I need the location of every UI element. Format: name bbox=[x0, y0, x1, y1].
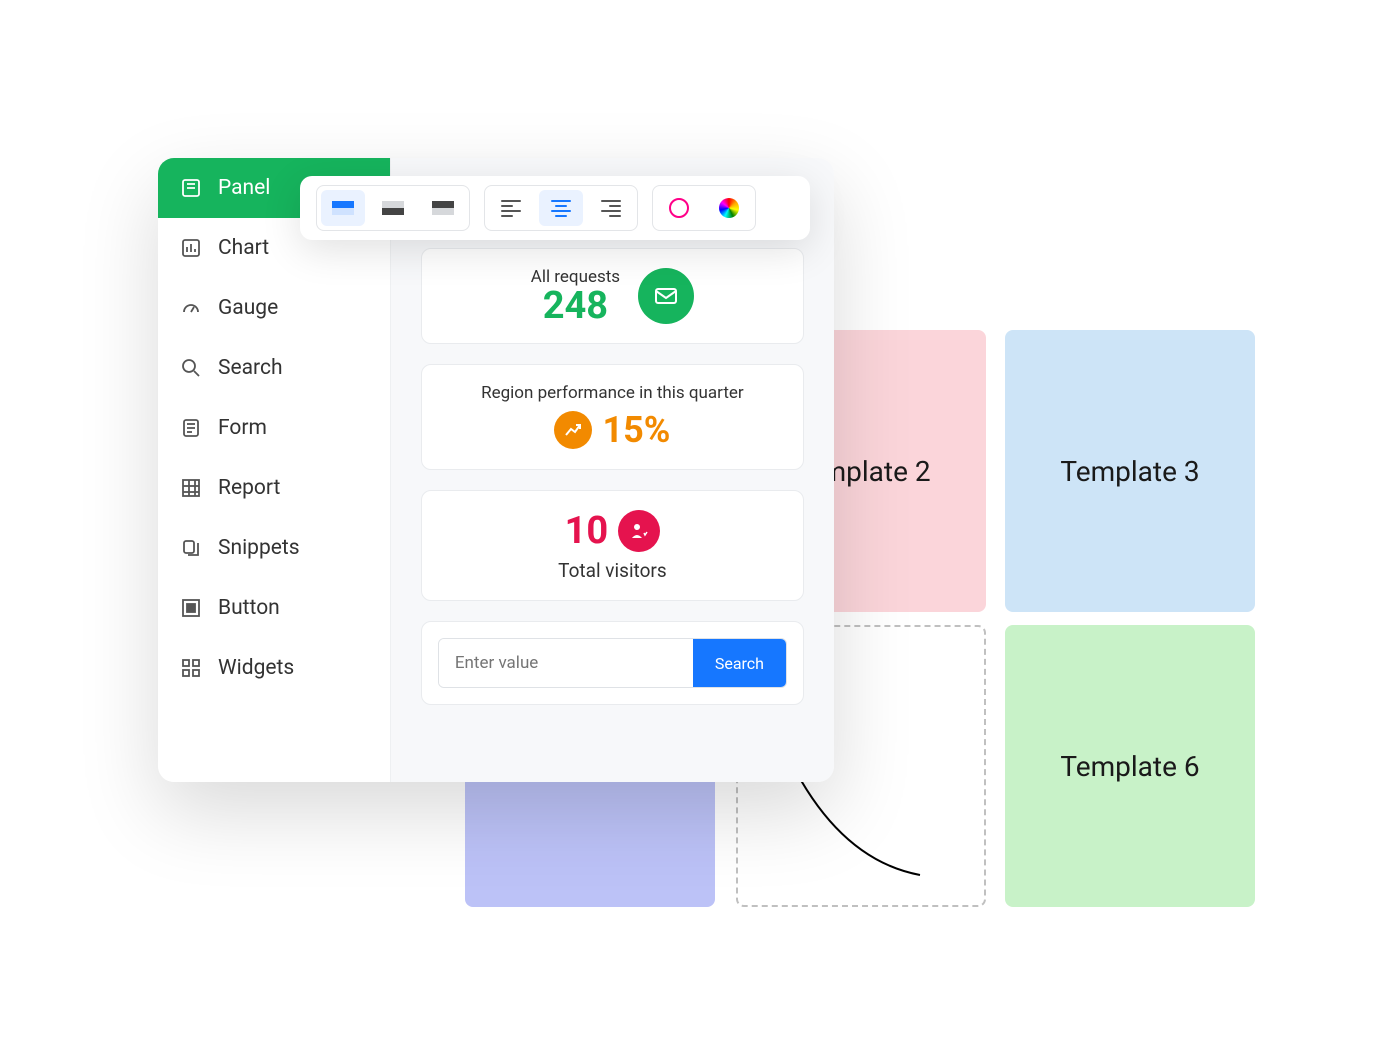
card-search: Search bbox=[421, 621, 804, 705]
sidebar-item-gauge[interactable]: Gauge bbox=[158, 278, 390, 338]
color-outline-button[interactable] bbox=[657, 190, 701, 226]
widget-editor: Panel Chart Gauge Search bbox=[158, 158, 834, 782]
layout-top-button[interactable] bbox=[321, 190, 365, 226]
sidebar-item-report[interactable]: Report bbox=[158, 458, 390, 518]
report-icon bbox=[180, 478, 202, 498]
search-icon bbox=[180, 358, 202, 378]
sidebar-item-button[interactable]: Button bbox=[158, 578, 390, 638]
snippets-icon bbox=[180, 538, 202, 558]
template-label: Template 6 bbox=[1060, 750, 1199, 783]
button-icon bbox=[180, 598, 202, 618]
trend-icon bbox=[554, 411, 592, 449]
chart-icon bbox=[180, 238, 202, 258]
card-all-requests[interactable]: All requests 248 bbox=[421, 248, 804, 344]
sidebar-item-label: Button bbox=[218, 596, 280, 620]
card-total-visitors[interactable]: 10 Total visitors bbox=[421, 490, 804, 601]
card-label: Total visitors bbox=[446, 559, 779, 582]
card-value: 15% bbox=[602, 409, 670, 451]
layout-bottom-button[interactable] bbox=[371, 190, 415, 226]
align-right-button[interactable] bbox=[589, 190, 633, 226]
mail-icon bbox=[638, 268, 694, 324]
align-center-button[interactable] bbox=[539, 190, 583, 226]
template-tile-6[interactable]: Template 6 bbox=[1005, 625, 1255, 907]
align-group bbox=[484, 185, 638, 231]
search-button[interactable]: Search bbox=[693, 639, 786, 687]
editor-content: All requests 248 Region performance in t… bbox=[391, 158, 834, 782]
widget-sidebar: Panel Chart Gauge Search bbox=[158, 158, 391, 782]
panel-icon bbox=[180, 178, 202, 198]
sidebar-item-label: Report bbox=[218, 476, 280, 500]
sidebar-item-label: Search bbox=[218, 356, 283, 380]
sidebar-item-search[interactable]: Search bbox=[158, 338, 390, 398]
card-value: 248 bbox=[531, 287, 620, 325]
search-input[interactable] bbox=[439, 639, 693, 687]
color-wheel-icon bbox=[719, 198, 739, 218]
sidebar-item-label: Gauge bbox=[218, 296, 278, 320]
sidebar-item-label: Panel bbox=[218, 176, 270, 200]
sidebar-item-form[interactable]: Form bbox=[158, 398, 390, 458]
template-tile-3[interactable]: Template 3 bbox=[1005, 330, 1255, 612]
format-toolbar bbox=[300, 176, 810, 240]
layout-group bbox=[316, 185, 470, 231]
color-fill-button[interactable] bbox=[707, 190, 751, 226]
align-left-button[interactable] bbox=[489, 190, 533, 226]
widgets-icon bbox=[180, 658, 202, 678]
user-icon bbox=[618, 510, 660, 552]
card-region-performance[interactable]: Region performance in this quarter 15% bbox=[421, 364, 804, 470]
sidebar-item-label: Chart bbox=[218, 236, 269, 260]
sidebar-item-label: Form bbox=[218, 416, 267, 440]
gauge-icon bbox=[180, 298, 202, 318]
sidebar-item-snippets[interactable]: Snippets bbox=[158, 518, 390, 578]
sidebar-item-label: Widgets bbox=[218, 656, 294, 680]
sidebar-item-label: Snippets bbox=[218, 536, 300, 560]
card-value: 10 bbox=[565, 509, 609, 553]
form-icon bbox=[180, 418, 202, 438]
template-label: Template 3 bbox=[1060, 455, 1199, 488]
circle-outline-icon bbox=[669, 198, 689, 218]
color-group bbox=[652, 185, 756, 231]
card-label: Region performance in this quarter bbox=[446, 383, 779, 403]
layout-mixed-button[interactable] bbox=[421, 190, 465, 226]
sidebar-item-widgets[interactable]: Widgets bbox=[158, 638, 390, 698]
